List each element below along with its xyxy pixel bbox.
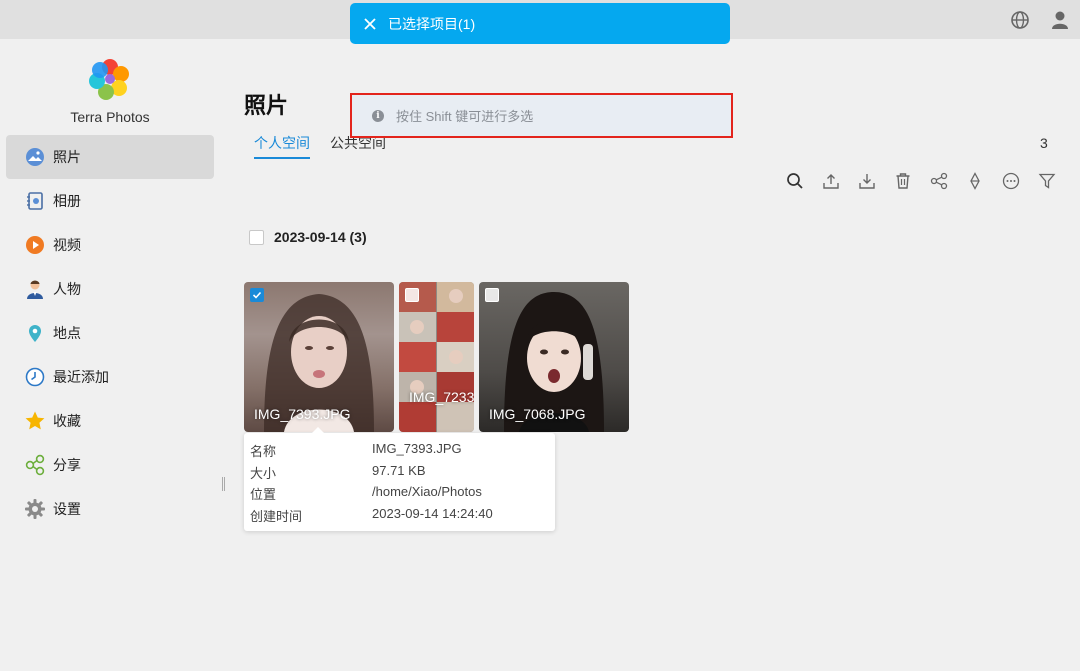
delete-icon[interactable] (892, 170, 914, 192)
sidebar: Terra Photos 照片 相册 视频 人物 地点 最近添加 收藏 分享 设… (0, 39, 222, 671)
info-row-size: 大小 97.71 KB (250, 463, 426, 483)
group-date-label: 2023-09-14 (3) (274, 229, 367, 245)
info-key: 创建时间 (250, 509, 303, 524)
sidebar-item-label: 地点 (53, 325, 81, 341)
photo-filename: IMG_7233.JPG (409, 389, 474, 405)
download-icon[interactable] (856, 170, 878, 192)
share-icon (24, 454, 46, 476)
sidebar-item-share[interactable]: 分享 (6, 443, 214, 487)
selection-banner: 已选择项目(1) (350, 3, 730, 44)
info-icon: i (372, 109, 384, 122)
sidebar-item-settings[interactable]: 设置 (6, 487, 214, 531)
sidebar-item-videos[interactable]: 视频 (6, 223, 214, 267)
filter-icon[interactable] (1036, 170, 1058, 192)
multi-select-hint: i 按住 Shift 键可进行多选 (350, 93, 733, 138)
globe-icon[interactable] (1009, 9, 1031, 31)
selection-count-text: 已选择项目(1) (388, 15, 476, 32)
sidebar-item-label: 分享 (53, 457, 81, 473)
photo-info-tooltip: 名称 IMG_7393.JPG 大小 97.71 KB 位置 /home/Xia… (244, 427, 555, 531)
info-row-location: 位置 /home/Xiao/Photos (250, 484, 482, 504)
album-icon (24, 190, 46, 212)
close-icon[interactable] (362, 16, 378, 32)
tag-icon[interactable] (964, 170, 986, 192)
info-value: 97.71 KB (372, 463, 426, 478)
photo-thumbnail[interactable]: IMG_7068.JPG (479, 282, 629, 432)
date-group-header: 2023-09-14 (3) (249, 229, 367, 245)
photos-icon (24, 146, 46, 168)
sidebar-item-label: 设置 (53, 501, 81, 517)
settings-icon (24, 498, 46, 520)
star-icon (24, 410, 46, 432)
user-icon[interactable] (1049, 9, 1071, 31)
info-key: 名称 (250, 444, 277, 459)
tab-personal-space[interactable]: 个人空间 (254, 133, 310, 159)
info-key: 大小 (250, 466, 277, 481)
info-row-created: 创建时间 2023-09-14 14:24:40 (250, 506, 493, 526)
checkmark-icon (252, 291, 262, 299)
upload-icon[interactable] (820, 170, 842, 192)
info-key: 位置 (250, 487, 277, 502)
sidebar-item-label: 人物 (53, 281, 81, 297)
sidebar-item-photos[interactable]: 照片 (6, 135, 214, 179)
sidebar-item-albums[interactable]: 相册 (6, 179, 214, 223)
photo-image (399, 282, 474, 432)
recent-icon (24, 366, 46, 388)
photo-thumbnail[interactable]: IMG_7393.JPG (244, 282, 394, 432)
photo-select-checkbox[interactable] (405, 288, 419, 302)
sidebar-item-recent[interactable]: 最近添加 (6, 355, 214, 399)
sidebar-item-label: 最近添加 (53, 369, 109, 385)
info-row-name: 名称 IMG_7393.JPG (250, 441, 462, 461)
sidebar-item-label: 照片 (53, 149, 81, 165)
app-brand-name: Terra Photos (70, 109, 150, 125)
photo-select-checkbox[interactable] (250, 288, 264, 302)
share-icon[interactable] (928, 170, 950, 192)
sidebar-item-favorites[interactable]: 收藏 (6, 399, 214, 443)
app-logo (89, 59, 129, 100)
sidebar-item-label: 相册 (53, 193, 81, 209)
toolbar (784, 170, 1058, 192)
photo-select-checkbox[interactable] (485, 288, 499, 302)
info-value: /home/Xiao/Photos (372, 484, 482, 499)
photo-filename: IMG_7393.JPG (254, 406, 351, 422)
photo-filename: IMG_7068.JPG (489, 406, 586, 422)
info-value: IMG_7393.JPG (372, 441, 462, 456)
hint-text: 按住 Shift 键可进行多选 (396, 109, 534, 124)
sidebar-item-people[interactable]: 人物 (6, 267, 214, 311)
page-title: 照片 (244, 93, 289, 118)
item-count: 3 (1040, 135, 1048, 151)
more-icon[interactable] (1000, 170, 1022, 192)
location-icon (24, 322, 46, 344)
sidebar-item-places[interactable]: 地点 (6, 311, 214, 355)
sidebar-nav: 照片 相册 视频 人物 地点 最近添加 收藏 分享 设置 (6, 135, 214, 531)
info-value: 2023-09-14 14:24:40 (372, 506, 493, 521)
sidebar-item-label: 收藏 (53, 413, 81, 429)
sidebar-item-label: 视频 (53, 237, 81, 253)
video-icon (24, 234, 46, 256)
people-icon (24, 278, 46, 300)
sidebar-resize-handle[interactable] (222, 477, 225, 491)
photo-thumbnail[interactable]: IMG_7233.JPG (399, 282, 474, 432)
group-select-checkbox[interactable] (249, 229, 264, 245)
search-icon[interactable] (784, 170, 806, 192)
